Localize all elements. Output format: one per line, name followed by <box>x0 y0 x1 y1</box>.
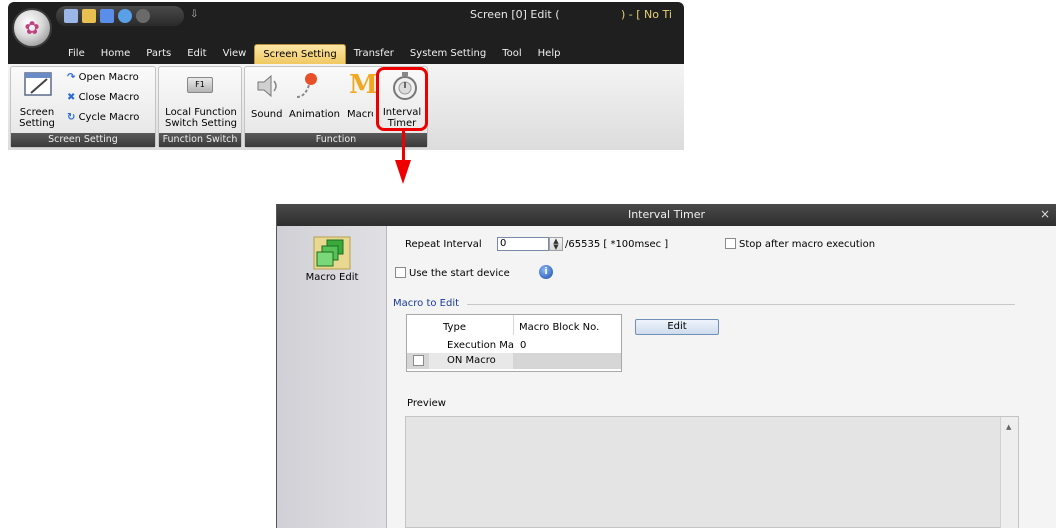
repeat-interval-spinner[interactable]: ▲ ▼ <box>549 237 563 251</box>
grid-column-divider <box>513 315 514 335</box>
group-caption-function-switch: Function Switch <box>159 133 241 147</box>
ribbon-window: ✿ ⇩ Screen [0] Edit ( ) - [ No Ti File H… <box>8 2 684 150</box>
local-function-switch-button[interactable]: Local Function Switch Setting <box>159 107 243 129</box>
use-start-device-label: Use the start device <box>409 268 510 279</box>
grid-row-2-type[interactable]: ON Macro <box>447 355 496 366</box>
group-caption-function: Function <box>245 133 427 147</box>
quick-access-toolbar <box>56 6 184 26</box>
group-screen-setting: Screen Setting ↷ Open Macro ✖ Close Macr… <box>10 66 156 148</box>
grid-row-1-block[interactable]: 0 <box>520 340 526 351</box>
save-icon[interactable] <box>100 9 114 23</box>
macro-edit-label[interactable]: Macro Edit <box>277 272 387 283</box>
group-caption-screen-setting: Screen Setting <box>11 133 155 147</box>
repeat-interval-suffix: /65535 [ *100msec ] <box>565 239 669 250</box>
cycle-macro-button[interactable]: ↻ Cycle Macro <box>67 112 139 123</box>
dialog-title: Interval Timer <box>627 208 706 221</box>
tab-home[interactable]: Home <box>93 44 139 64</box>
redo-icon[interactable] <box>136 9 150 23</box>
close-icon[interactable]: × <box>1040 207 1050 221</box>
dialog-title-bar: Interval Timer × <box>277 204 1056 226</box>
macro-to-edit-heading: Macro to Edit <box>393 298 460 309</box>
function-key-icon: F1 <box>187 77 213 93</box>
interval-timer-dialog: Interval Timer × Macro Edit Repeat Inter… <box>276 204 1056 528</box>
grid-row-1-type[interactable]: Execution Ma <box>447 340 520 351</box>
tab-file[interactable]: File <box>60 44 93 64</box>
on-macro-checkbox[interactable] <box>413 355 424 366</box>
open-macro-button[interactable]: ↷ Open Macro <box>67 72 139 83</box>
customize-toolbar-icon[interactable]: ⇩ <box>190 9 198 20</box>
group-function-switch: F1 Local Function Switch Setting Functio… <box>158 66 242 148</box>
edit-button[interactable]: Edit <box>635 319 719 335</box>
tab-edit[interactable]: Edit <box>179 44 214 64</box>
cycle-macro-icon: ↻ <box>67 112 76 123</box>
window-title: Screen [0] Edit ( <box>470 8 560 21</box>
open-macro-label: Open Macro <box>78 72 139 83</box>
grid-header-type: Type <box>443 322 466 333</box>
spin-down-icon[interactable]: ▼ <box>550 244 562 251</box>
scroll-up-icon[interactable]: ▲ <box>1006 423 1011 431</box>
app-logo-icon: ✿ <box>24 17 40 39</box>
macro-edit-icon[interactable] <box>313 236 351 270</box>
dialog-sidebar: Macro Edit <box>277 226 387 528</box>
ribbon-body: Screen Setting ↷ Open Macro ✖ Close Macr… <box>8 64 684 150</box>
use-start-device-checkbox[interactable] <box>395 267 406 278</box>
screen-setting-icon <box>24 72 52 96</box>
stop-after-macro-label: Stop after macro execution <box>739 239 876 250</box>
interval-timer-line1: Interval <box>382 107 422 118</box>
local-function-line1: Local Function <box>165 107 237 118</box>
close-macro-button[interactable]: ✖ Close Macro <box>67 92 139 103</box>
tab-transfer[interactable]: Transfer <box>346 44 402 64</box>
animation-button[interactable]: Animation <box>289 109 340 120</box>
window-title-suffix: ) - [ No Ti <box>621 8 672 21</box>
macro-button[interactable]: Macro <box>347 109 373 120</box>
section-divider <box>467 304 1015 305</box>
tab-screen-setting[interactable]: Screen Setting <box>254 44 346 64</box>
interval-timer-button[interactable]: Interval Timer <box>376 107 428 129</box>
tab-view[interactable]: View <box>215 44 255 64</box>
screen-setting-button[interactable]: Screen Setting <box>11 107 63 129</box>
new-file-icon[interactable] <box>64 9 78 23</box>
local-function-line2: Switch Setting <box>164 118 238 129</box>
tab-tool[interactable]: Tool <box>494 44 529 64</box>
group-function: M Sound Animation Macro Interval Timer F… <box>244 66 428 148</box>
pointer-arrow-head <box>395 160 411 184</box>
preview-scrollbar[interactable]: ▲ <box>1000 417 1018 528</box>
tab-parts[interactable]: Parts <box>138 44 179 64</box>
tab-help[interactable]: Help <box>530 44 569 64</box>
application-orb-button[interactable]: ✿ <box>12 8 52 48</box>
screen-setting-line2: Setting <box>19 118 55 129</box>
sound-button[interactable]: Sound <box>251 109 283 120</box>
close-macro-label: Close Macro <box>78 92 140 103</box>
info-icon[interactable]: i <box>539 265 553 279</box>
table-row[interactable]: ON Macro <box>407 353 621 369</box>
cycle-macro-label: Cycle Macro <box>78 112 140 123</box>
repeat-interval-label: Repeat Interval <box>405 239 482 250</box>
grid-header-block: Macro Block No. <box>519 322 600 333</box>
open-folder-icon[interactable] <box>82 9 96 23</box>
ribbon-tabs: File Home Parts Edit View Screen Setting… <box>8 44 684 64</box>
macro-grid: Type Macro Block No. Execution Ma 0 ON M… <box>406 314 622 372</box>
preview-label: Preview <box>407 398 446 409</box>
grid-header: Type Macro Block No. <box>407 315 621 335</box>
pointer-arrow-shaft <box>402 128 405 164</box>
preview-pane: ▲ <box>405 416 1019 528</box>
stop-after-macro-checkbox[interactable] <box>725 238 736 249</box>
close-macro-icon: ✖ <box>67 92 76 103</box>
tab-system-setting[interactable]: System Setting <box>402 44 494 64</box>
undo-icon[interactable] <box>118 9 132 23</box>
macro-icon: M <box>349 70 378 100</box>
speaker-icon <box>257 74 277 98</box>
screen-setting-line1: Screen <box>19 107 55 118</box>
open-macro-icon: ↷ <box>67 72 76 83</box>
animation-icon <box>296 73 317 98</box>
screenshot-stage: { "ribbon": { "window_title": "Screen [0… <box>0 0 1056 528</box>
repeat-interval-input[interactable]: 0 <box>497 237 549 251</box>
